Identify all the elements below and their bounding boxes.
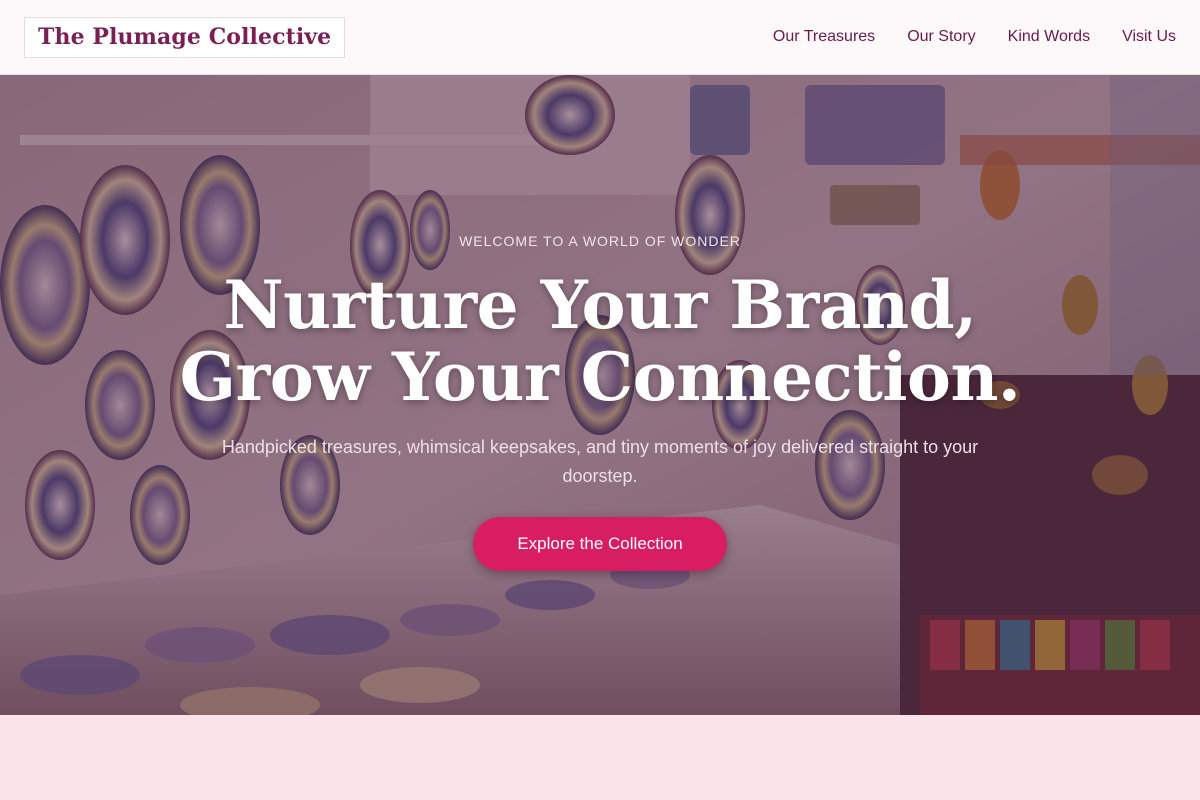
hero-headline: Nurture Your Brand, Grow Your Connection… [180, 269, 1021, 413]
hero-subtext: Handpicked treasures, whimsical keepsake… [221, 437, 979, 486]
nav-link-our-story[interactable]: Our Story [907, 28, 975, 46]
hero-section: WELCOME TO A WORLD OF WONDER Nurture You… [0, 75, 1200, 715]
nav-link-kind-words[interactable]: Kind Words [1008, 28, 1090, 46]
nav-link-visit-us[interactable]: Visit Us [1122, 28, 1176, 46]
site-header: The Plumage Collective Our Treasures Our… [0, 0, 1200, 75]
hero-headline-line-2: Grow Your Connection. [179, 338, 1021, 416]
brand-logo[interactable]: The Plumage Collective [24, 16, 346, 58]
hero-eyebrow: WELCOME TO A WORLD OF WONDER [459, 233, 741, 249]
next-section [0, 715, 1200, 800]
nav-link-our-treasures[interactable]: Our Treasures [773, 28, 875, 46]
explore-collection-button[interactable]: Explore the Collection [473, 517, 727, 571]
main-nav: Our Treasures Our Story Kind Words Visit… [773, 28, 1176, 46]
hero-content: WELCOME TO A WORLD OF WONDER Nurture You… [0, 75, 1200, 715]
hero-headline-line-1: Nurture Your Brand, [223, 266, 977, 344]
